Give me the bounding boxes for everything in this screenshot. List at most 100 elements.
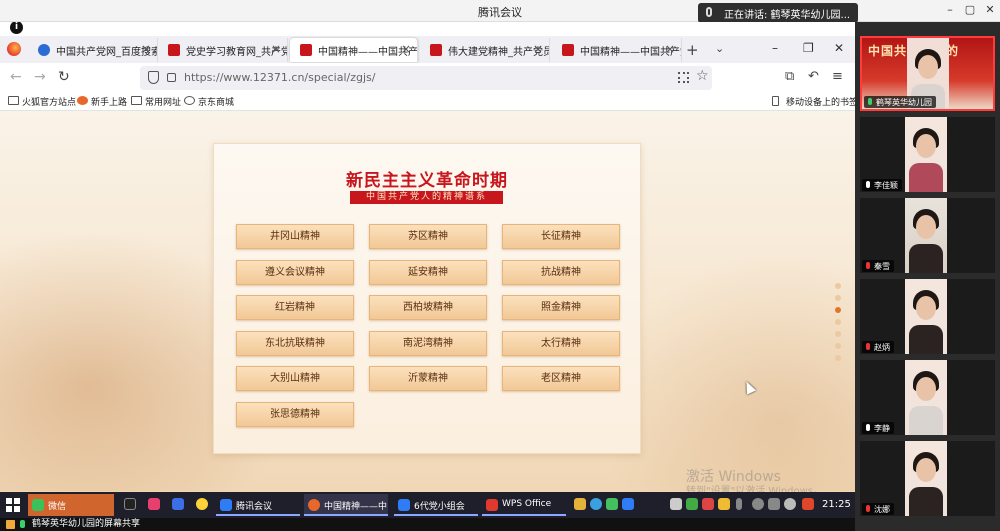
minimize-button[interactable]: – [942,3,958,16]
close-button[interactable]: ✕ [982,3,998,16]
firefox-icon[interactable] [7,42,21,56]
taskbar-wps[interactable]: WPS Office [482,494,566,516]
firefox-icon [308,499,320,511]
participant-tile[interactable]: 李静 [860,360,995,435]
bookmarks-bar: 火狐官方站点 新手上路 常用网址 京东商城 移动设备上的书签 [0,93,855,111]
bookmark-firefox[interactable]: 火狐官方站点 [8,95,76,108]
browser-app-icon[interactable] [196,498,208,510]
tray-icon[interactable] [718,498,730,510]
participant-tile[interactable]: 秦雪 [860,198,995,273]
forward-button[interactable]: → [34,69,46,85]
spirit-button[interactable]: 西柏坡精神 [369,295,487,320]
bookmark-star-icon[interactable]: ☆ [696,68,709,84]
url-text[interactable]: https://www.12371.cn/special/zgjs/ [184,71,375,84]
camera-icon[interactable] [148,498,160,510]
windows-start-icon[interactable] [6,498,20,512]
party-flag-icon [562,44,574,56]
person-body [909,325,943,354]
close-tab-icon[interactable]: × [141,42,151,56]
close-tab-icon[interactable]: × [665,42,675,56]
tray-icon[interactable] [686,498,698,510]
participant-tile[interactable]: 李佳颖 [860,117,995,192]
network-icon[interactable] [784,498,796,510]
pager-dot[interactable] [835,331,841,337]
spirit-button[interactable]: 张思德精神 [236,402,354,427]
bookmark-jd[interactable]: 京东商城 [184,95,234,108]
spirit-button[interactable]: 抗战精神 [502,260,620,285]
app-icon[interactable] [124,498,136,510]
battery-icon[interactable] [736,498,742,510]
taskbar-wechat[interactable]: 微信 [28,494,114,516]
spirit-button[interactable]: 南泥湾精神 [369,331,487,356]
input-method-icon[interactable] [802,498,814,510]
pager-dot[interactable] [835,283,841,289]
spirit-panel: 新民主主义革命时期 中国共产党人的精神谱系 井冈山精神 苏区精神 长征精神 遵义会议精… [213,143,641,454]
spirit-button[interactable]: 太行精神 [502,331,620,356]
pager-dot[interactable] [835,355,841,361]
close-tab-icon[interactable]: × [271,42,281,56]
spirit-button[interactable]: 长征精神 [502,224,620,249]
bookmark-getting-started[interactable]: 新手上路 [77,95,127,108]
spirit-button[interactable]: 遵义会议精神 [236,260,354,285]
shield-icon[interactable] [148,71,159,84]
spirit-button[interactable]: 老区精神 [502,366,620,391]
lock-icon[interactable] [167,73,176,82]
qr-code-icon[interactable] [678,72,689,83]
tab-zgjs[interactable]: 中国精神——中国共产党... × [552,38,682,62]
tray-icon[interactable] [622,498,634,510]
participant-tile[interactable]: 赵炳 [860,279,995,354]
close-tab-icon[interactable]: × [533,42,543,56]
address-bar[interactable]: https://www.12371.cn/special/zgjs/ ☆ [140,66,712,90]
screen-share-bar: 鹤琴英华幼儿园的屏幕共享 [0,518,855,531]
cloud-icon[interactable] [590,498,602,510]
bookmark-mobile[interactable]: 移动设备上的书签 [772,95,855,108]
microphone-icon [866,424,870,431]
volume-icon[interactable] [768,498,780,510]
tray-icon[interactable] [574,498,586,510]
pager-dot[interactable] [835,319,841,325]
new-tab-button[interactable]: + [686,41,699,59]
tab-baidu[interactable]: 中国共产党网_百度搜索 × [28,38,158,62]
spirit-button[interactable]: 东北抗联精神 [236,331,354,356]
spirit-button[interactable]: 苏区精神 [369,224,487,249]
pager-dot[interactable] [835,307,841,313]
chevron-down-icon[interactable]: ⌄ [715,42,724,55]
spirit-button[interactable]: 井冈山精神 [236,224,354,249]
spirit-button[interactable]: 照金精神 [502,295,620,320]
pager-dot[interactable] [835,295,841,301]
info-icon[interactable]: i [10,22,23,34]
spirit-button[interactable]: 沂蒙精神 [369,366,487,391]
shield-icon[interactable] [606,498,618,510]
person-face [916,134,936,158]
wifi-icon[interactable] [752,498,764,510]
maximize-button[interactable]: ▢ [962,3,978,16]
tray-icon[interactable] [670,498,682,510]
back-button[interactable]: ← [10,69,22,85]
mail-icon[interactable] [172,498,184,510]
tab-dangshi[interactable]: 党史学习教育网_共产党员 × [158,38,288,62]
spirit-button[interactable]: 大别山精神 [236,366,354,391]
participant-tile[interactable]: 沈娜 [860,441,995,516]
pager-dot[interactable] [835,343,841,349]
tray-icon[interactable] [702,498,714,510]
taskbar-party-meeting[interactable]: 6代党小组会 [394,494,478,516]
undo-icon[interactable]: ↶ [808,69,819,84]
reload-button[interactable]: ↻ [58,69,70,85]
microphone-icon [706,7,712,17]
taskbar-firefox[interactable]: 中国精神——中... [304,494,388,516]
participant-tile-speaker[interactable]: 中国共产党人的 鹤琴英华幼儿园 [860,36,995,111]
close-tab-icon[interactable]: × [401,42,411,56]
person-face [916,296,936,320]
browser-maximize-button[interactable]: ❐ [803,41,814,55]
menu-icon[interactable]: ≡ [832,69,843,84]
bookmark-common[interactable]: 常用网址 [131,95,181,108]
browser-close-button[interactable]: ✕ [834,41,844,55]
spirit-button[interactable]: 红岩精神 [236,295,354,320]
tab-jiandang[interactable]: 伟大建党精神_共产党员网 × [420,38,550,62]
taskbar-clock[interactable]: 21:25 [822,499,851,510]
tab-zgjs-active[interactable]: 中国精神——中国共产党... × [290,38,418,62]
spirit-button[interactable]: 延安精神 [369,260,487,285]
extensions-icon[interactable]: ⧉ [785,69,794,84]
browser-minimize-button[interactable]: – [772,41,778,55]
taskbar-tencent-meeting[interactable]: 腾讯会议 [216,494,300,516]
